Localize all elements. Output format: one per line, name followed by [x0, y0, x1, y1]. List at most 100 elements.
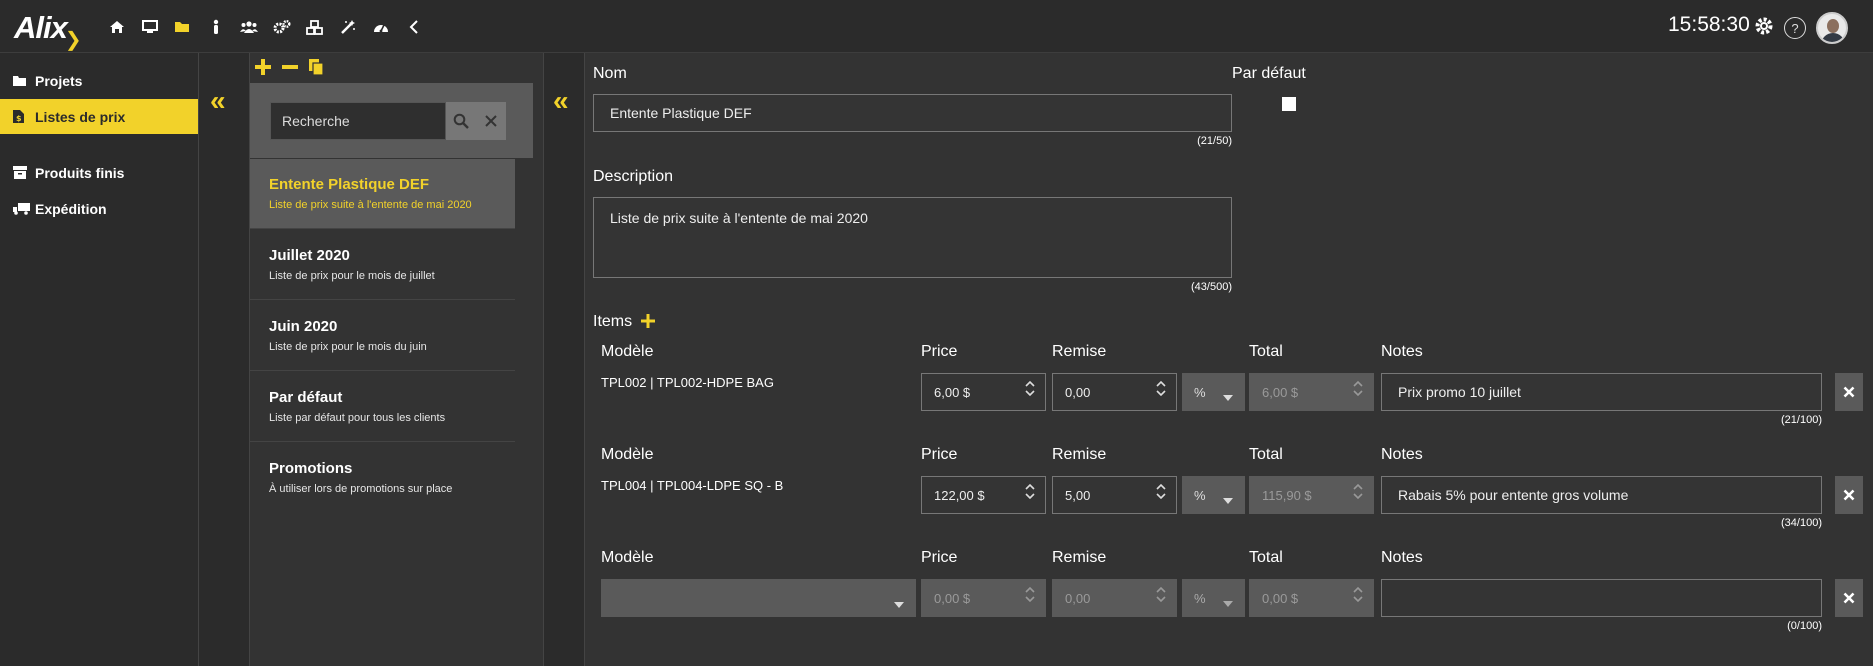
sidebar-item-label: Produits finis	[35, 164, 125, 181]
list-toolbar	[254, 58, 324, 81]
cubes-icon[interactable]	[298, 14, 331, 40]
price-list-icon: $	[13, 110, 35, 123]
sidebar-item-label: Listes de prix	[35, 108, 126, 125]
items-label: Items	[593, 313, 633, 330]
monitor-icon[interactable]	[133, 14, 166, 40]
stepper-icon	[1025, 587, 1035, 602]
stepper-icon	[1353, 587, 1363, 602]
model-value: TPL004 | TPL004-LDPE SQ - B	[601, 478, 784, 493]
search-icon[interactable]	[446, 102, 476, 140]
delete-row-button[interactable]	[1835, 476, 1863, 514]
total-input: 115,90 $	[1249, 476, 1374, 514]
list-item[interactable]: Juin 2020 Liste de prix pour le mois du …	[250, 301, 515, 371]
name-field[interactable]: Entente Plastique DEF	[593, 94, 1232, 132]
folder-icon[interactable]	[166, 14, 199, 40]
svg-text:$: $	[16, 114, 22, 123]
stepper-icon[interactable]	[1156, 484, 1166, 499]
truck-icon	[13, 202, 35, 215]
discount-column-header: Remise	[1052, 446, 1107, 463]
box-icon	[13, 166, 35, 179]
app-logo[interactable]: Alix❯	[14, 10, 83, 51]
caret-down-icon	[1223, 595, 1233, 610]
cogs-icon[interactable]	[265, 14, 298, 40]
avatar[interactable]	[1816, 12, 1848, 44]
total-input: 0,00 $	[1249, 579, 1374, 617]
main-nav	[100, 14, 430, 40]
discount-column-header: Remise	[1052, 549, 1107, 566]
home-icon[interactable]	[100, 14, 133, 40]
discount-input[interactable]: 5,00	[1052, 476, 1177, 514]
folder-icon	[13, 75, 35, 87]
sidebar-item-projets[interactable]: Projets	[0, 63, 198, 98]
default-checkbox[interactable]	[1282, 97, 1296, 111]
list-item[interactable]: Promotions À utiliser lors de promotions…	[250, 443, 515, 513]
stepper-icon[interactable]	[1156, 381, 1166, 396]
delete-row-button[interactable]	[1835, 579, 1863, 617]
description-char-count: (43/500)	[1191, 281, 1232, 293]
price-column-header: Price	[921, 549, 958, 566]
remove-icon[interactable]	[281, 58, 299, 81]
sidebar-item-label: Expédition	[35, 200, 107, 217]
delete-row-button[interactable]	[1835, 373, 1863, 411]
sidebar-item-produits-finis[interactable]: Produits finis	[0, 155, 198, 190]
notes-input[interactable]: Prix promo 10 juillet	[1381, 373, 1822, 411]
default-label: Par défaut	[1232, 65, 1306, 82]
sidebar-item-expedition[interactable]: Expédition	[0, 191, 198, 226]
stepper-icon	[1353, 381, 1363, 396]
notes-column-header: Notes	[1381, 446, 1423, 463]
price-input[interactable]: 6,00 $	[921, 373, 1046, 411]
total-column-header: Total	[1249, 343, 1283, 360]
chevron-left-icon[interactable]	[397, 14, 430, 40]
sidebar-item-listes-de-prix[interactable]: $ Listes de prix	[0, 99, 198, 134]
users-icon[interactable]	[232, 14, 265, 40]
add-icon[interactable]	[254, 58, 272, 81]
notes-input[interactable]	[1381, 579, 1822, 617]
model-column-header: Modèle	[601, 446, 654, 463]
copy-icon[interactable]	[308, 58, 324, 81]
discount-input[interactable]: 0,00	[1052, 373, 1177, 411]
name-char-count: (21/50)	[1197, 135, 1232, 147]
discount-unit-select[interactable]: %	[1182, 373, 1245, 411]
stepper-icon[interactable]	[1025, 381, 1035, 396]
clock: 15:58:30	[1668, 13, 1750, 36]
list-item[interactable]: Par défaut Liste par défaut pour tous le…	[250, 372, 515, 442]
list-item[interactable]: Entente Plastique DEF Liste de prix suit…	[250, 159, 515, 229]
help-icon[interactable]: ?	[1784, 17, 1806, 39]
notes-column-header: Notes	[1381, 549, 1423, 566]
total-column-header: Total	[1249, 446, 1283, 463]
total-input: 6,00 $	[1249, 373, 1374, 411]
discount-unit-select: %	[1182, 579, 1245, 617]
model-column-header: Modèle	[601, 549, 654, 566]
notes-input[interactable]: Rabais 5% pour entente gros volume	[1381, 476, 1822, 514]
clear-search-icon[interactable]	[476, 102, 506, 140]
name-label: Nom	[593, 65, 627, 82]
notes-char-count: (34/100)	[1781, 517, 1822, 529]
caret-down-icon	[894, 595, 904, 613]
discount-unit-select[interactable]: %	[1182, 476, 1245, 514]
close-icon	[1843, 489, 1855, 501]
double-chevron-left-icon[interactable]: «	[210, 87, 226, 115]
wand-icon[interactable]	[331, 14, 364, 40]
search-input[interactable]: Recherche	[270, 102, 446, 140]
list-item[interactable]: Juillet 2020 Liste de prix pour le mois …	[250, 230, 515, 300]
discount-column-header: Remise	[1052, 343, 1107, 360]
model-value: TPL002 | TPL002-HDPE BAG	[601, 375, 774, 390]
settings-gear-icon[interactable]	[1754, 16, 1774, 41]
person-icon[interactable]	[199, 14, 232, 40]
double-chevron-left-icon[interactable]: «	[553, 87, 569, 115]
sidebar-item-label: Projets	[35, 72, 83, 89]
sidebar-collapse-column: «	[198, 53, 250, 666]
stepper-icon	[1353, 484, 1363, 499]
close-icon	[1843, 386, 1855, 398]
price-input[interactable]: 122,00 $	[921, 476, 1046, 514]
gauge-icon[interactable]	[364, 14, 397, 40]
caret-down-icon	[1223, 492, 1233, 507]
list-collapse-column: «	[543, 53, 585, 666]
description-field[interactable]: Liste de prix suite à l'entente de mai 2…	[593, 197, 1232, 278]
notes-column-header: Notes	[1381, 343, 1423, 360]
stepper-icon[interactable]	[1025, 484, 1035, 499]
model-select[interactable]	[601, 579, 916, 617]
search-box: Recherche	[250, 83, 533, 158]
add-item-icon[interactable]	[641, 314, 655, 333]
sidebar: Projets $ Listes de prix Produits finis …	[0, 53, 198, 666]
